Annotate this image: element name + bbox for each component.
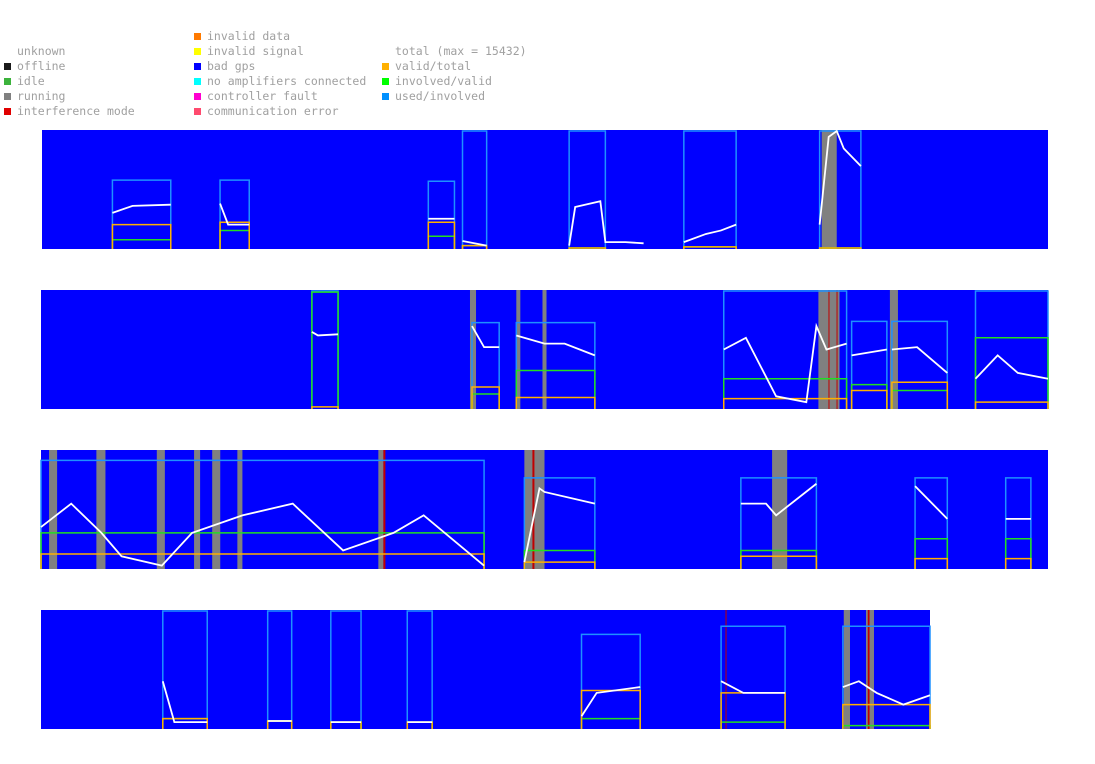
interference-band bbox=[725, 610, 727, 729]
running-band bbox=[542, 290, 547, 409]
running-band bbox=[865, 610, 874, 729]
running-band bbox=[96, 450, 106, 569]
running-band bbox=[49, 450, 58, 569]
chart-area bbox=[40, 129, 1049, 729]
interference-band bbox=[383, 450, 386, 569]
running-band bbox=[843, 610, 850, 729]
strip-2 bbox=[41, 290, 1049, 409]
interference-band bbox=[867, 610, 870, 729]
running-band bbox=[469, 290, 477, 409]
running-band bbox=[156, 450, 165, 569]
strip-1 bbox=[42, 129, 1048, 249]
running-band bbox=[194, 450, 201, 569]
interference-band bbox=[836, 290, 838, 409]
strip-4 bbox=[41, 610, 931, 729]
running-band bbox=[237, 450, 243, 569]
strip-3 bbox=[40, 450, 1048, 569]
strip-background bbox=[42, 130, 1048, 249]
running-band bbox=[212, 450, 221, 569]
strip-background bbox=[41, 610, 930, 729]
running-band bbox=[378, 450, 384, 569]
